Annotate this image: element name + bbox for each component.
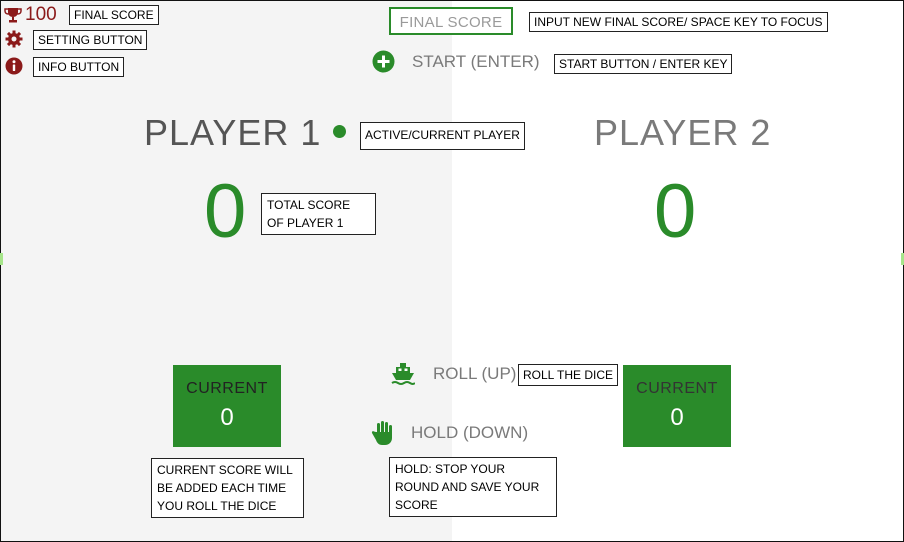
active-dot-icon: [333, 125, 346, 143]
start-note: START BUTTON / ENTER KEY: [554, 54, 733, 74]
trophy-icon: [4, 6, 22, 24]
hand-icon: [371, 420, 395, 446]
input-note: INPUT NEW FINAL SCORE/ SPACE KEY TO FOCU…: [529, 12, 828, 32]
hold-button[interactable]: HOLD (DOWN): [371, 420, 528, 446]
player-1-current-score: 0: [220, 404, 234, 431]
info-icon[interactable]: [5, 57, 23, 80]
player-1-current-label: CURRENT: [186, 380, 268, 397]
roll-note: ROLL THE DICE: [518, 364, 619, 386]
final-score-value: 100: [25, 4, 57, 25]
final-score-display: 100: [4, 4, 57, 26]
player-2-current-label: CURRENT: [636, 380, 718, 397]
player-1-name: PLAYER 1: [144, 112, 322, 153]
info-button-note: INFO BUTTON: [33, 57, 125, 77]
boat-icon: [391, 362, 416, 386]
final-score-input[interactable]: FINAL SCORE: [389, 7, 513, 35]
current-score-note: CURRENT SCORE WILL BE ADDED EACH TIME YO…: [151, 458, 304, 518]
left-edge-glow: [0, 253, 3, 265]
player-2-current-box: CURRENT 0: [623, 365, 731, 447]
player-2-total-score: 0: [654, 169, 697, 254]
start-label: START (ENTER): [412, 51, 540, 71]
active-player-note: ACTIVE/CURRENT PLAYER: [360, 122, 525, 150]
roll-button[interactable]: ROLL (UP): [391, 362, 516, 386]
start-button[interactable]: START (ENTER): [372, 50, 540, 73]
roll-label: ROLL (UP): [433, 364, 517, 383]
hold-label: HOLD (DOWN): [411, 423, 529, 442]
player-2-current-score: 0: [670, 404, 684, 431]
gear-icon[interactable]: [5, 30, 23, 53]
player-1-current-box: CURRENT 0: [173, 365, 281, 447]
player-2-name: PLAYER 2: [594, 112, 772, 153]
player-1-total-score: 0: [204, 169, 247, 254]
final-score-note: FINAL SCORE: [69, 5, 159, 25]
hold-note: HOLD: STOP YOUR ROUND AND SAVE YOUR SCOR…: [389, 457, 557, 517]
plus-circle-icon: [372, 50, 395, 73]
setting-button-note: SETTING BUTTON: [33, 30, 148, 50]
total-score-note: TOTAL SCORE OF PLAYER 1: [261, 193, 376, 235]
